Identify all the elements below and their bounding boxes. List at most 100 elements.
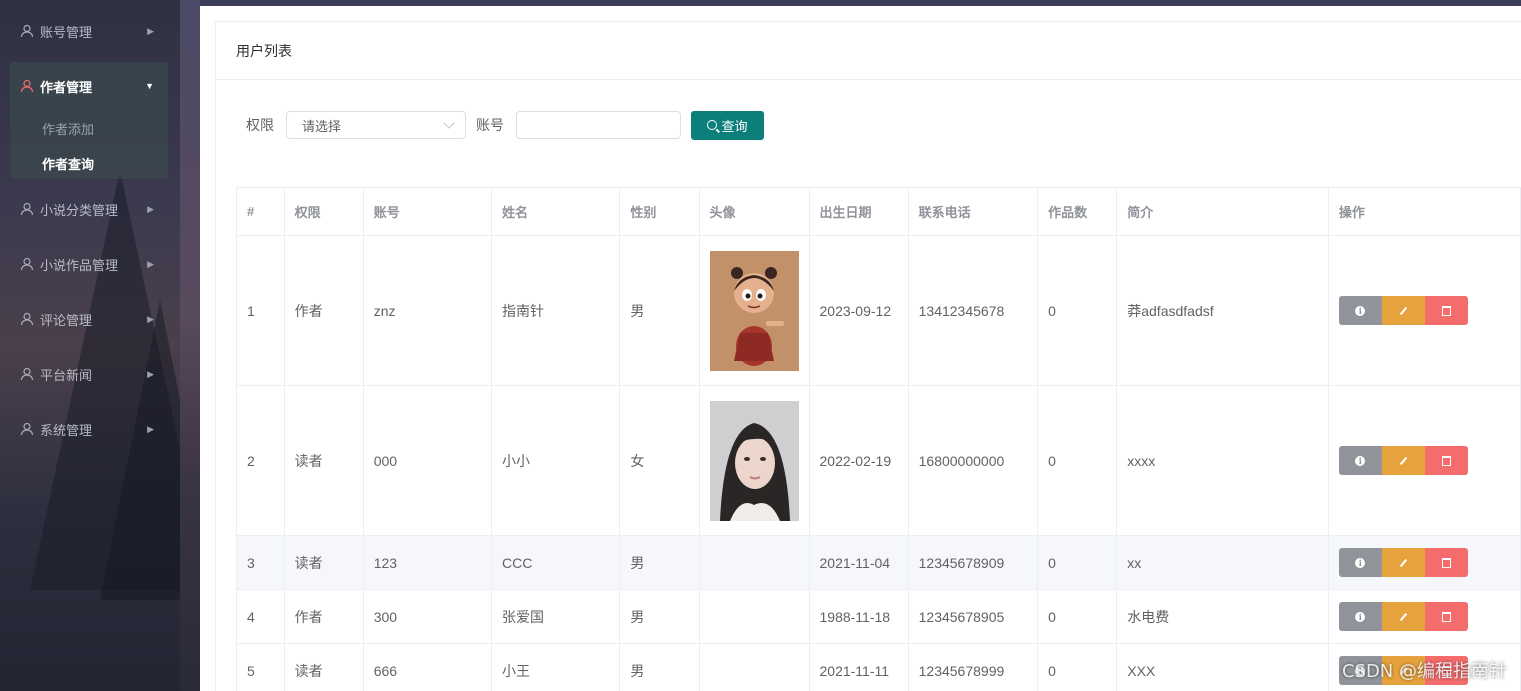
sidebar-item-news[interactable]: 平台新闻 ▶ [0,354,168,394]
cell-gender: 男 [619,643,700,691]
cell-birth: 2022-02-19 [808,385,909,536]
cell-no: 5 [236,643,285,691]
cell-intro: xx [1116,535,1329,590]
background-strip [180,0,200,691]
cell-name: 指南针 [490,235,621,386]
view-button[interactable]: i [1338,296,1382,325]
edit-icon [1399,612,1407,621]
cell-birth: 1988-11-18 [808,589,909,644]
delete-button[interactable] [1424,548,1468,577]
column-header: # [236,187,285,236]
trash-icon [1441,557,1451,568]
table-row: 4 作者 300 张爱国 男 1988-11-18 12345678905 0 … [236,589,1521,644]
cell-role: 读者 [283,535,364,590]
cell-intro: 莽adfasdfadsf [1116,235,1329,386]
caret-right-icon: ▶ [147,25,154,36]
column-header: 作品数 [1037,187,1118,236]
table-header-row: # 权限 账号 姓名 性别 头像 出生日期 联系电话 作品数 简介 操作 [236,187,1521,236]
cell-account: 123 [362,535,492,590]
info-icon: i [1355,455,1366,466]
cell-name: 小小 [490,385,621,536]
edit-button[interactable] [1381,602,1425,631]
edit-button[interactable] [1381,446,1425,475]
caret-right-icon: ▶ [147,313,154,324]
cell-gender: 女 [619,385,700,536]
sidebar-item-label: 系统管理 [40,422,93,438]
sidebar-item-novel-works[interactable]: 小说作品管理 ▶ [0,244,168,284]
cell-phone: 12345678999 [907,643,1039,691]
cell-works: 0 [1037,589,1118,644]
user-list-panel: 用户列表 权限 请选择 账号 查询 # 权限 账号 姓名 性别 头像 出生日期 … [215,21,1521,691]
view-button[interactable]: i [1338,548,1382,577]
cell-avatar [698,643,810,691]
cell-role: 读者 [283,643,364,691]
sidebar-item-novel-category[interactable]: 小说分类管理 ▶ [0,189,168,229]
caret-right-icon: ▶ [147,203,154,214]
cell-role: 读者 [283,385,364,536]
user-icon [20,79,34,93]
column-header: 姓名 [490,187,621,236]
user-icon [20,312,34,326]
account-input[interactable] [516,111,681,139]
sidebar-item-label: 小说作品管理 [40,257,119,273]
cell-intro: XXX [1116,643,1329,691]
cell-actions: i [1327,535,1521,590]
avatar-cartoon-girl [709,250,799,371]
edit-button[interactable] [1381,548,1425,577]
table-row: 1 作者 znz 指南针 男 2023-09-12 13412345678 0 … [236,235,1521,386]
sidebar-item-label: 评论管理 [40,312,93,328]
user-icon [20,24,34,38]
cell-account: 666 [362,643,492,691]
column-header: 头像 [698,187,810,236]
sidebar-item-comments[interactable]: 评论管理 ▶ [0,299,168,339]
cell-works: 0 [1037,385,1118,536]
column-header: 联系电话 [907,187,1039,236]
sidebar-item-label: 小说分类管理 [40,202,119,218]
cell-phone: 12345678905 [907,589,1039,644]
delete-button[interactable] [1424,602,1468,631]
cell-no: 2 [236,385,285,536]
cell-name: 张爱国 [490,589,621,644]
user-icon [20,257,34,271]
delete-button[interactable] [1424,296,1468,325]
avatar-portrait-girl [709,400,799,521]
view-button[interactable]: i [1338,446,1382,475]
trash-icon [1441,305,1451,316]
table-row: 2 读者 000 小小 女 2022-02-19 16800000000 0 x… [236,385,1521,536]
cell-works: 0 [1037,535,1118,590]
cell-birth: 2021-11-04 [808,535,909,590]
edit-button[interactable] [1381,296,1425,325]
cell-intro: xxxx [1116,385,1329,536]
sidebar-item-author[interactable]: 作者管理 ▼ [0,66,168,106]
sidebar-item-label: 作者管理 [40,79,93,95]
submenu-item-author-query[interactable]: 作者查询 [42,154,94,173]
info-icon: i [1355,305,1366,316]
cell-avatar [698,589,810,644]
cell-birth: 2021-11-11 [808,643,909,691]
delete-button[interactable] [1424,446,1468,475]
cell-phone: 16800000000 [907,385,1039,536]
table-row: 5 读者 666 小王 男 2021-11-11 12345678999 0 X… [236,643,1521,691]
edit-icon [1399,558,1407,567]
column-header: 操作 [1327,187,1521,236]
cell-account: 300 [362,589,492,644]
trash-icon [1441,455,1451,466]
edit-icon [1399,456,1407,465]
select-placeholder: 请选择 [302,118,342,134]
table-row: 3 读者 123 CCC 男 2021-11-04 12345678909 0 … [236,535,1521,590]
sidebar: 账号管理 ▶ 作者管理 ▼ 作者添加 作者查询 小说分类管理 ▶ 小说作品管理 … [0,0,180,691]
permission-select[interactable]: 请选择 [286,111,466,139]
view-button[interactable]: i [1338,602,1382,631]
column-header: 性别 [619,187,700,236]
account-label: 账号 [476,117,504,133]
search-bar: 权限 请选择 账号 查询 [236,110,764,140]
info-icon: i [1355,611,1366,622]
query-button[interactable]: 查询 [691,110,764,140]
cell-no: 1 [236,235,285,386]
sidebar-item-system[interactable]: 系统管理 ▶ [0,409,168,449]
caret-down-icon: ▼ [145,81,154,91]
main-card: 用户列表 权限 请选择 账号 查询 # 权限 账号 姓名 性别 头像 出生日期 … [200,6,1521,691]
submenu-item-author-add[interactable]: 作者添加 [42,119,94,138]
trash-icon [1441,611,1451,622]
sidebar-item-account[interactable]: 账号管理 ▶ [0,11,168,51]
